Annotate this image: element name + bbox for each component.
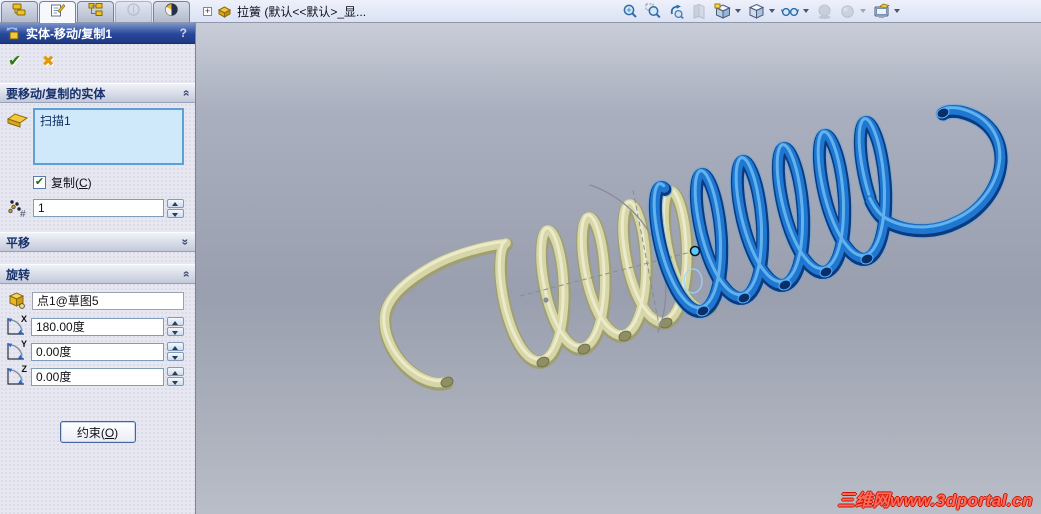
watermark: 三维网www.3dportal.cn xyxy=(837,491,1033,510)
shadows-button xyxy=(814,1,835,22)
rotate-z-icon: Z xyxy=(4,364,28,388)
help-button[interactable]: ? xyxy=(177,26,190,40)
dimxpert-icon xyxy=(126,2,141,22)
feature-tree-root-label[interactable]: 拉簧 (默认<<默认>_显... xyxy=(237,3,366,20)
spinner-up-button[interactable] xyxy=(167,317,184,326)
spinner-down-button[interactable] xyxy=(167,327,184,336)
display-style-dropdown-icon[interactable] xyxy=(769,9,775,13)
bodies-section-header[interactable]: 要移动/复制的实体 » xyxy=(0,83,195,103)
rotate-y-row: Y 0.00度 xyxy=(4,339,191,363)
rotate-origin-row: 点1@草图5 xyxy=(6,290,191,311)
previous-view-button[interactable] xyxy=(666,1,687,22)
rotate-z-spinner xyxy=(167,367,184,387)
headsup-view-toolbar xyxy=(620,0,905,22)
hide-show-items-button[interactable] xyxy=(780,1,801,22)
spinner-down-button[interactable] xyxy=(167,352,184,361)
panel-title: 实体-移动/复制1 xyxy=(26,26,113,41)
move-copy-body-icon xyxy=(6,27,19,40)
property-manager-titlebar: 实体-移动/复制1 ? xyxy=(0,23,195,44)
displaymanager-icon xyxy=(164,2,179,22)
copies-number-row: # 1 xyxy=(8,198,189,220)
copy-checkbox-label: 复制(C) xyxy=(51,176,92,190)
svg-text:#: # xyxy=(20,209,26,218)
rotate-z-row: Z 0.00度 xyxy=(4,364,191,388)
copies-spinner xyxy=(167,198,184,218)
expand-chevron-icon: » xyxy=(178,238,193,246)
scene-dropdown-icon[interactable] xyxy=(894,9,900,13)
bodies-section-content: 扫描1 ✔ 复制(C) # 1 xyxy=(0,103,195,220)
tab-propertymanager[interactable] xyxy=(39,1,76,23)
rotate-z-field[interactable]: 0.00度 xyxy=(31,367,164,386)
view-orientation-dropdown-icon[interactable] xyxy=(735,9,741,13)
ok-button[interactable]: ✔ xyxy=(8,53,21,70)
spinner-down-button[interactable] xyxy=(167,377,184,386)
tab-configurationmanager[interactable] xyxy=(77,1,114,22)
selected-body-item[interactable]: 扫描1 xyxy=(40,112,177,129)
rotate-y-field[interactable]: 0.00度 xyxy=(31,342,164,361)
part-icon xyxy=(217,6,232,18)
view-orientation-button[interactable] xyxy=(712,1,733,22)
spinner-down-button[interactable] xyxy=(167,208,184,218)
collapse-chevron-icon: » xyxy=(178,89,193,97)
feature-tree-root-row[interactable]: + 拉簧 (默认<<默认>_显... xyxy=(203,3,366,20)
property-manager-panel: 实体-移动/复制1 ? ✔ ✖ 要移动/复制的实体 » 扫描1 ✔ 复制(C) … xyxy=(0,23,196,514)
spinner-up-button[interactable] xyxy=(167,367,184,376)
selection-point xyxy=(689,245,701,257)
tab-dimxpertmanager xyxy=(115,1,152,22)
constrain-button[interactable]: 约束(O) xyxy=(59,421,136,443)
tree-expand-icon[interactable]: + xyxy=(203,7,212,16)
featuremanager-tree-icon xyxy=(12,2,27,22)
propertymanager-icon xyxy=(50,3,66,23)
3d-scene[interactable] xyxy=(196,23,1041,514)
rotation-origin-field[interactable]: 点1@草图5 xyxy=(32,291,184,310)
ok-cancel-row: ✔ ✖ xyxy=(0,44,195,75)
number-of-copies-icon: # xyxy=(7,198,29,223)
rotation-origin-icon xyxy=(8,292,25,309)
collapse-chevron-icon: » xyxy=(178,270,193,278)
sketch-point xyxy=(543,297,549,303)
top-toolbar-strip: + 拉簧 (默认<<默认>_显... xyxy=(0,0,1041,23)
zoom-to-area-button[interactable] xyxy=(643,1,664,22)
rotate-x-row: X 180.00度 xyxy=(4,314,191,338)
appearance-dropdown-icon xyxy=(860,9,866,13)
scene-button[interactable] xyxy=(871,1,892,22)
zoom-to-fit-button[interactable] xyxy=(620,1,641,22)
rotate-x-icon: X xyxy=(4,314,28,338)
cancel-button[interactable]: ✖ xyxy=(42,53,55,70)
tab-displaymanager[interactable] xyxy=(153,1,190,22)
rotate-section-header[interactable]: 旋转 » xyxy=(0,264,195,284)
copy-checkbox-row: ✔ 复制(C) xyxy=(33,174,189,191)
display-style-button[interactable] xyxy=(746,1,767,22)
rotate-y-spinner xyxy=(167,342,184,362)
rotate-x-spinner xyxy=(167,317,184,337)
bodies-selection-listbox[interactable]: 扫描1 xyxy=(33,108,184,165)
panel-tabs xyxy=(1,1,191,23)
appearance-button xyxy=(837,1,858,22)
spinner-up-button[interactable] xyxy=(167,198,184,208)
section-view-button xyxy=(689,1,710,22)
bodies-to-move-icon xyxy=(6,111,29,134)
tab-featuremanager[interactable] xyxy=(1,1,38,22)
copies-count-field[interactable]: 1 xyxy=(33,199,164,217)
graphics-viewport[interactable]: 三维网www.3dportal.cn xyxy=(196,23,1041,514)
translate-section-header[interactable]: 平移 » xyxy=(0,232,195,252)
solidworks-window: + 拉簧 (默认<<默认>_显... 实体-移动/复制1 ? ✔ ✖ 要移动/复… xyxy=(0,0,1041,514)
hide-show-dropdown-icon[interactable] xyxy=(803,9,809,13)
configurationmanager-icon xyxy=(88,2,103,22)
rotate-x-field[interactable]: 180.00度 xyxy=(31,317,164,336)
copy-checkbox[interactable]: ✔ xyxy=(33,176,46,189)
rotate-y-icon: Y xyxy=(4,339,28,363)
spinner-up-button[interactable] xyxy=(167,342,184,351)
